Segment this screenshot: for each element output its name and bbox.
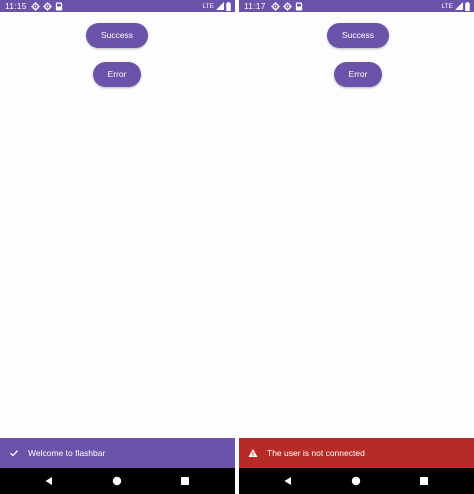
system-status-icons: LTE bbox=[202, 1, 231, 11]
screenshot-stage: 11:15 LTE Success Error Welcome to flash… bbox=[0, 0, 474, 494]
sd-card-icon bbox=[55, 1, 63, 11]
navigation-bar bbox=[239, 468, 474, 494]
error-button[interactable]: Error bbox=[93, 62, 141, 87]
phone-screen-error: 11:17 LTE Success Error The user is not … bbox=[239, 0, 474, 494]
back-icon[interactable] bbox=[283, 476, 293, 486]
battery-icon bbox=[226, 1, 231, 11]
network-type-label: LTE bbox=[202, 2, 214, 10]
flashbar-error[interactable]: The user is not connected bbox=[239, 438, 474, 468]
status-bar: 11:15 LTE bbox=[0, 0, 235, 12]
warning-icon bbox=[248, 449, 258, 457]
status-bar: 11:17 LTE bbox=[239, 0, 474, 12]
home-icon[interactable] bbox=[351, 476, 361, 486]
settings-icon bbox=[271, 1, 280, 11]
flashbar-message: The user is not connected bbox=[267, 448, 365, 458]
recents-icon[interactable] bbox=[180, 476, 190, 486]
notification-icons bbox=[271, 1, 303, 11]
settings-icon bbox=[31, 1, 40, 11]
success-button[interactable]: Success bbox=[86, 23, 148, 48]
error-button[interactable]: Error bbox=[334, 62, 382, 87]
flashbar-success[interactable]: Welcome to flashbar bbox=[0, 438, 235, 468]
network-type-label: LTE bbox=[441, 2, 453, 10]
signal-icon bbox=[216, 2, 224, 10]
system-status-icons: LTE bbox=[441, 1, 470, 11]
notification-icons bbox=[31, 1, 63, 11]
signal-icon bbox=[455, 2, 463, 10]
recents-icon[interactable] bbox=[419, 476, 429, 486]
success-button[interactable]: Success bbox=[327, 23, 389, 48]
navigation-bar bbox=[0, 468, 235, 494]
settings-icon bbox=[283, 1, 292, 11]
status-time: 11:15 bbox=[5, 1, 27, 11]
flashbar-message: Welcome to flashbar bbox=[28, 448, 106, 458]
back-icon[interactable] bbox=[44, 476, 54, 486]
phone-screen-success: 11:15 LTE Success Error Welcome to flash… bbox=[0, 0, 235, 494]
status-time: 11:17 bbox=[244, 1, 266, 11]
sd-card-icon bbox=[295, 1, 303, 11]
check-icon bbox=[10, 450, 19, 457]
settings-icon bbox=[43, 1, 52, 11]
battery-icon bbox=[465, 1, 470, 11]
home-icon[interactable] bbox=[112, 476, 122, 486]
